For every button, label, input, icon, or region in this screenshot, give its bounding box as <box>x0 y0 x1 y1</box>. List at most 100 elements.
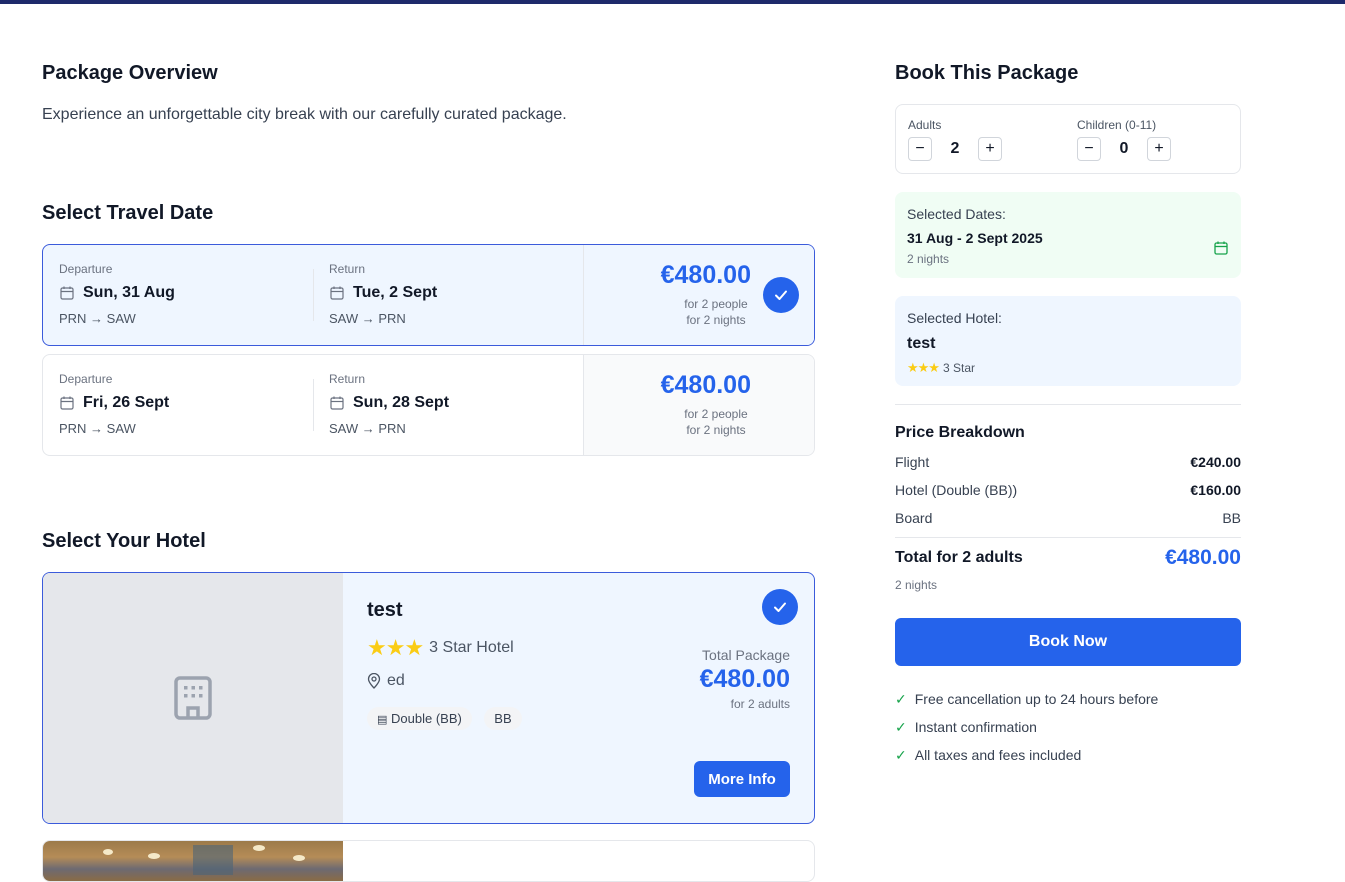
calendar-icon <box>60 396 74 410</box>
hotel-photo <box>43 841 343 881</box>
departure-label: Departure <box>59 372 113 386</box>
hotel-rating: ★★★ 3 Star Hotel <box>367 635 514 661</box>
selected-hotel-rating: ★★★ 3 Star <box>907 360 975 376</box>
children-plus-button[interactable]: + <box>1147 137 1171 161</box>
adults-minus-button[interactable]: − <box>908 137 932 161</box>
date-nights: for 2 nights <box>686 313 746 327</box>
departure-route: PRN → SAW <box>59 311 136 326</box>
bed-icon: ▤ <box>377 714 388 726</box>
overview-description: Experience an unforgettable city break w… <box>42 106 567 123</box>
departure-label: Departure <box>59 262 113 276</box>
return-label: Return <box>329 262 366 276</box>
breakdown-value: €160.00 <box>1190 482 1241 498</box>
calendar-icon <box>330 286 344 300</box>
adults-stepper: − 2 + <box>908 137 1002 161</box>
breakdown-value: €240.00 <box>1190 454 1241 470</box>
children-value: 0 <box>1119 140 1129 157</box>
divider <box>895 404 1241 405</box>
hotel-card-2[interactable] <box>42 840 815 882</box>
children-stepper: − 0 + <box>1077 137 1171 161</box>
return-date-row: Tue, 2 Sept <box>329 284 437 302</box>
selected-hotel-name: test <box>907 335 936 352</box>
departure-date-row: Fri, 26 Sept <box>59 394 169 412</box>
return-date: Sun, 28 Sept <box>353 394 450 411</box>
guest-selector: Adults − 2 + Children (0-11) − 0 + <box>895 104 1241 174</box>
divider <box>895 537 1241 538</box>
calendar-icon <box>330 396 344 410</box>
selected-hotel-panel: Selected Hotel: test ★★★ 3 Star <box>895 296 1241 386</box>
return-route: SAW → PRN <box>329 421 406 436</box>
date-people: for 2 people <box>684 407 748 421</box>
adults-value: 2 <box>950 140 960 157</box>
children-minus-button[interactable]: − <box>1077 137 1101 161</box>
booking-title: Book This Package <box>895 62 1079 84</box>
date-option-2[interactable]: Departure Fri, 26 Sept PRN → SAW Return … <box>42 354 815 456</box>
hotel-tags: ▤ Double (BB) BB <box>367 707 530 730</box>
feature-text: Instant confirmation <box>914 719 1037 735</box>
dates-title: Select Travel Date <box>42 202 214 224</box>
total-label: Total for 2 adults <box>895 549 1023 566</box>
hotel-location: ed <box>367 672 405 690</box>
divider <box>313 269 314 321</box>
hotel-price: €480.00 <box>699 665 790 693</box>
hotel-image-placeholder <box>43 573 343 823</box>
total-nights: 2 nights <box>895 578 938 592</box>
building-icon <box>174 676 212 720</box>
date-price-area: €480.00 for 2 people for 2 nights <box>583 355 814 455</box>
hotel-location-text: ed <box>387 672 405 689</box>
room-tag: ▤ Double (BB) <box>367 707 472 730</box>
calendar-icon <box>60 286 74 300</box>
divider <box>313 379 314 431</box>
room-tag-text: Double (BB) <box>391 711 462 726</box>
feature-text: Free cancellation up to 24 hours before <box>914 691 1159 707</box>
breakdown-value: BB <box>1222 510 1241 526</box>
date-nights: for 2 nights <box>686 423 746 437</box>
breakdown-row-hotel: Hotel (Double (BB)) €160.00 <box>895 482 1241 498</box>
hotel-card[interactable]: test ★★★ 3 Star Hotel ed ▤ Double (BB) B… <box>42 572 815 824</box>
total-value: €480.00 <box>1165 546 1241 569</box>
children-label: Children (0-11) <box>1077 118 1157 132</box>
check-icon: ✓ <box>895 719 907 735</box>
departure-date: Sun, 31 Aug <box>83 284 175 301</box>
date-price: €480.00 <box>660 261 751 289</box>
overview-title: Package Overview <box>42 62 218 84</box>
feature-item: ✓ Free cancellation up to 24 hours befor… <box>895 691 1158 708</box>
hotel-name: test <box>367 599 403 621</box>
date-people: for 2 people <box>684 297 748 311</box>
breakdown-label: Hotel (Double (BB)) <box>895 482 1018 498</box>
return-date-row: Sun, 28 Sept <box>329 394 449 412</box>
calendar-icon <box>1214 241 1228 255</box>
more-info-button[interactable]: More Info <box>694 761 790 797</box>
breakdown-row-flight: Flight €240.00 <box>895 454 1241 470</box>
selected-dates-nights: 2 nights <box>907 252 950 266</box>
breakdown-label: Board <box>895 510 933 526</box>
breakdown-label: Flight <box>895 454 930 470</box>
feature-item: ✓ Instant confirmation <box>895 719 1037 736</box>
adults-plus-button[interactable]: + <box>978 137 1002 161</box>
selected-hotel-label: Selected Hotel: <box>907 310 1002 326</box>
departure-date-row: Sun, 31 Aug <box>59 284 175 302</box>
date-price-area: €480.00 for 2 people for 2 nights <box>583 245 814 345</box>
book-now-button[interactable]: Book Now <box>895 618 1241 666</box>
feature-item: ✓ All taxes and fees included <box>895 747 1081 764</box>
star-icon: ★★★ <box>907 360 940 375</box>
departure-route: PRN → SAW <box>59 421 136 436</box>
return-date: Tue, 2 Sept <box>353 284 438 301</box>
map-pin-icon <box>367 673 381 689</box>
board-tag: BB <box>484 707 522 730</box>
selected-hotel-star-label: 3 Star <box>942 361 975 375</box>
check-icon: ✓ <box>895 691 907 707</box>
date-option-1[interactable]: Departure Sun, 31 Aug PRN → SAW Return T… <box>42 244 815 346</box>
date-price: €480.00 <box>660 371 751 399</box>
breakdown-row-board: Board BB <box>895 510 1241 526</box>
hotel-price-note: for 2 adults <box>730 697 790 711</box>
selected-dates-panel: Selected Dates: 31 Aug - 2 Sept 2025 2 n… <box>895 192 1241 278</box>
selected-check-icon <box>763 277 799 313</box>
breakdown-title: Price Breakdown <box>895 424 1025 441</box>
hotels-title: Select Your Hotel <box>42 530 206 552</box>
star-icon: ★★★ <box>367 635 424 660</box>
return-route: SAW → PRN <box>329 311 406 326</box>
top-accent-bar <box>0 0 1345 4</box>
selected-dates-label: Selected Dates: <box>907 206 1006 222</box>
selected-check-icon <box>762 589 798 625</box>
